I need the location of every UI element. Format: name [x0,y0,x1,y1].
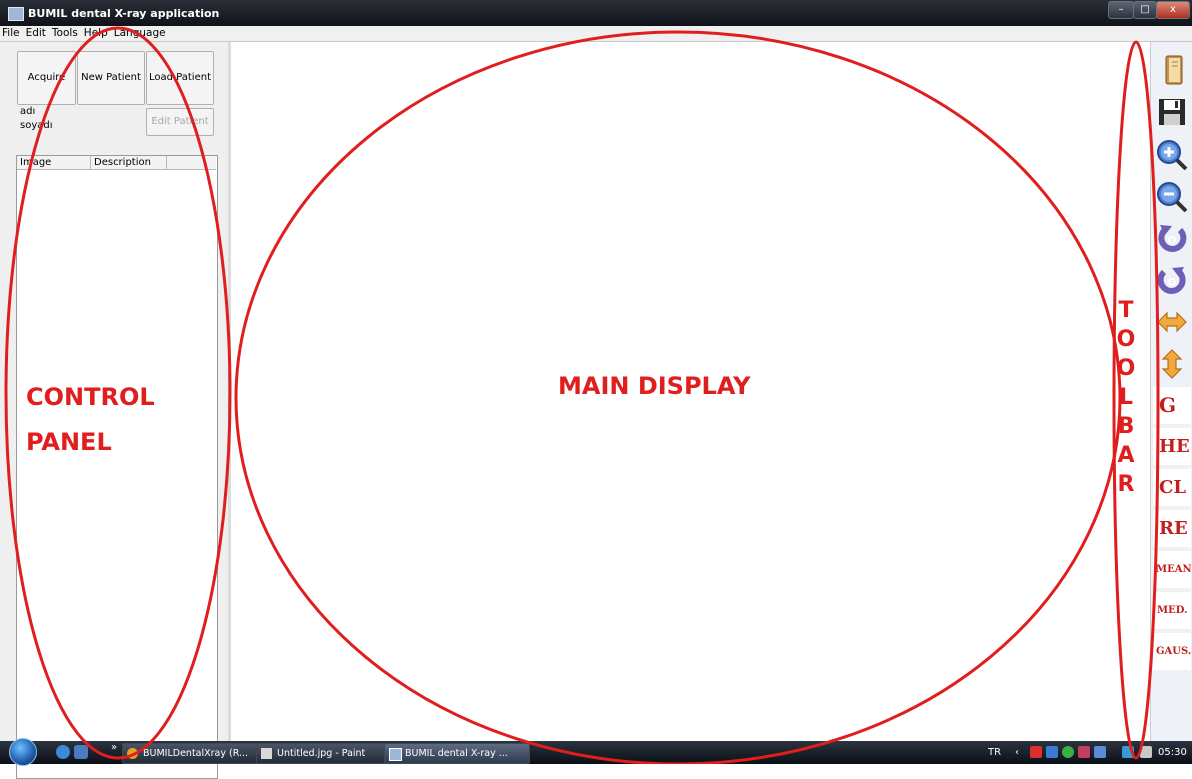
internet-explorer-icon[interactable] [56,745,70,759]
acquire-button[interactable]: Acquire [17,51,76,105]
task-bumil-xray[interactable]: BUMIL dental X-ray ... [384,743,530,764]
language-indicator[interactable]: TR [988,741,1001,764]
zoom-in-icon[interactable] [1152,134,1192,174]
image-list[interactable]: Image Description [16,155,218,779]
toolbar-button-he-label: HE [1159,436,1190,457]
minimize-button[interactable]: – [1108,1,1134,19]
save-disk-icon[interactable] [1152,92,1192,132]
menu-tools[interactable]: Tools [52,26,78,41]
patient-last-name: soyadı [20,120,53,131]
paint-icon [261,748,272,759]
open-book-icon[interactable] [1152,50,1192,90]
toolbar-button-cl[interactable]: CL [1153,469,1191,506]
toolbar-button-re[interactable]: RE [1153,510,1191,547]
annotation-toolbar-letter: L [1118,385,1134,410]
flip-vertical-icon[interactable] [1152,344,1192,384]
start-button[interactable] [9,738,37,766]
toolbar-button-mean-label: MEAN [1156,564,1191,575]
rotate-right-icon[interactable] [1152,260,1192,300]
toolbar-button-cl-label: CL [1159,477,1186,498]
annotation-toolbar-letter: A [1117,443,1135,468]
flip-horizontal-icon[interactable] [1152,302,1192,342]
network-icon[interactable] [1122,746,1134,758]
toolbar-button-median-label: MED. [1157,605,1188,616]
zoom-out-icon[interactable] [1152,176,1192,216]
column-header-empty [167,156,216,170]
toolbar-button-he[interactable]: HE [1153,428,1191,465]
volume-icon[interactable] [1140,746,1152,758]
toolbar-button-g-label: G [1159,393,1177,417]
clock[interactable]: 05:30 [1158,741,1187,764]
toolbar-button-mean[interactable]: MEAN [1153,551,1191,588]
task-paint[interactable]: Untitled.jpg - Paint [256,743,400,764]
window-title: BUMIL dental X-ray application [28,7,220,20]
tray-icon-4[interactable] [1078,746,1090,758]
load-patient-button[interactable]: Load Patient [146,51,214,105]
tray-icon-1[interactable] [1030,746,1042,758]
menu-language[interactable]: Language [114,26,166,41]
edit-patient-button[interactable]: Edit Patient [146,108,214,136]
menu-help[interactable]: Help [84,26,108,41]
toolbar-button-g[interactable]: G [1153,387,1191,424]
annotation-toolbar: T O O L B A R [1116,296,1136,499]
annotation-control-panel: CONTROL PANEL [26,382,155,457]
taskbar: » BUMILDentalXray (R... Untitled.jpg - P… [0,738,1192,766]
menu-edit[interactable]: Edit [26,26,46,41]
menu-file[interactable]: File [2,26,20,41]
task-label: BUMILDentalXray (R... [143,748,249,759]
tray-icon-2[interactable] [1046,746,1058,758]
annotation-toolbar-letter: O [1116,327,1136,352]
task-bumildentalxray[interactable]: BUMILDentalXray (R... [122,743,272,764]
tray-expand-icon[interactable]: ‹ [1015,741,1019,764]
tray-icon-3[interactable] [1062,746,1074,758]
annotation-toolbar-letter: B [1117,414,1135,439]
annotation-toolbar-letter: T [1118,298,1134,323]
toolbar-button-median[interactable]: MED. [1153,592,1191,629]
java-icon [127,748,138,759]
app-icon [8,7,24,21]
title-bar: BUMIL dental X-ray application – □ x [0,0,1192,26]
toolbar-button-gauss-label: GAUS. [1156,646,1191,657]
close-button[interactable]: x [1156,1,1190,19]
annotation-toolbar-letter: O [1116,356,1136,381]
annotation-control: CONTROL [26,383,155,411]
column-header-description[interactable]: Description [91,156,167,170]
annotation-panel: PANEL [26,428,112,456]
annotation-main-display: MAIN DISPLAY [558,372,751,400]
annotation-toolbar-letter: R [1117,472,1135,497]
tray-icon-5[interactable] [1094,746,1106,758]
quick-launch-overflow[interactable]: » [111,742,117,753]
toolbar: G HE CL RE MEAN MED. GAUS. [1150,42,1192,741]
new-patient-button[interactable]: New Patient [77,51,145,105]
task-label: BUMIL dental X-ray ... [405,748,508,759]
menu-bar: File Edit Tools Help Language [0,26,1192,42]
app-icon [389,748,402,761]
patient-first-name: adı [20,106,36,117]
toolbar-button-re-label: RE [1159,518,1188,539]
maximize-button[interactable]: □ [1133,1,1157,19]
show-desktop-icon[interactable] [74,745,88,759]
toolbar-button-gauss[interactable]: GAUS. [1153,633,1191,670]
column-header-image[interactable]: Image [17,156,91,170]
task-label: Untitled.jpg - Paint [277,748,366,759]
rotate-left-icon[interactable] [1152,218,1192,258]
